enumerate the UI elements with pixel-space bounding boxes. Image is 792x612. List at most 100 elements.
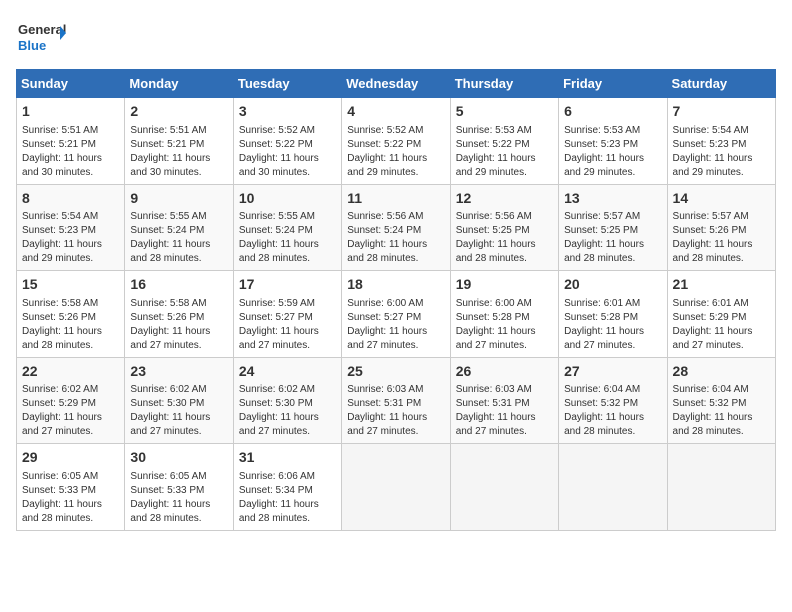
sunset-label: Sunset: 5:24 PM (130, 225, 204, 236)
day-info: Sunrise: 5:54 AMSunset: 5:23 PMDaylight:… (22, 210, 119, 266)
day-number: 27 (564, 362, 661, 382)
sunrise-label: Sunrise: 6:02 AM (239, 384, 315, 395)
daylight-label: Daylight: 11 hours (130, 153, 210, 164)
logo-svg: General Blue (16, 16, 66, 61)
column-header-tuesday: Tuesday (233, 70, 341, 98)
daylight-label: Daylight: 11 hours (456, 153, 536, 164)
sunrise-label: Sunrise: 6:06 AM (239, 471, 315, 482)
week-row-0: 1Sunrise: 5:51 AMSunset: 5:21 PMDaylight… (17, 98, 776, 185)
day-cell: 30Sunrise: 6:05 AMSunset: 5:33 PMDayligh… (125, 444, 233, 531)
daylight-detail: and 28 minutes. (22, 340, 93, 351)
sunrise-label: Sunrise: 5:51 AM (130, 125, 206, 136)
day-number: 25 (347, 362, 444, 382)
day-cell: 27Sunrise: 6:04 AMSunset: 5:32 PMDayligh… (559, 357, 667, 444)
daylight-detail: and 27 minutes. (130, 340, 201, 351)
column-header-wednesday: Wednesday (342, 70, 450, 98)
daylight-label: Daylight: 11 hours (564, 153, 644, 164)
sunset-label: Sunset: 5:29 PM (22, 398, 96, 409)
day-cell: 12Sunrise: 5:56 AMSunset: 5:25 PMDayligh… (450, 184, 558, 271)
sunrise-label: Sunrise: 5:53 AM (456, 125, 532, 136)
daylight-detail: and 27 minutes. (347, 426, 418, 437)
column-header-monday: Monday (125, 70, 233, 98)
daylight-label: Daylight: 11 hours (239, 153, 319, 164)
week-row-4: 29Sunrise: 6:05 AMSunset: 5:33 PMDayligh… (17, 444, 776, 531)
daylight-detail: and 27 minutes. (22, 426, 93, 437)
day-cell: 14Sunrise: 5:57 AMSunset: 5:26 PMDayligh… (667, 184, 775, 271)
sunset-label: Sunset: 5:32 PM (564, 398, 638, 409)
day-info: Sunrise: 6:02 AMSunset: 5:30 PMDaylight:… (239, 383, 336, 439)
header: General Blue (16, 16, 776, 61)
column-header-thursday: Thursday (450, 70, 558, 98)
day-number: 3 (239, 102, 336, 122)
day-cell: 18Sunrise: 6:00 AMSunset: 5:27 PMDayligh… (342, 271, 450, 358)
sunset-label: Sunset: 5:34 PM (239, 485, 313, 496)
sunset-label: Sunset: 5:28 PM (564, 312, 638, 323)
day-info: Sunrise: 6:06 AMSunset: 5:34 PMDaylight:… (239, 470, 336, 526)
day-number: 31 (239, 448, 336, 468)
daylight-detail: and 28 minutes. (673, 426, 744, 437)
daylight-detail: and 28 minutes. (564, 253, 635, 264)
day-info: Sunrise: 6:03 AMSunset: 5:31 PMDaylight:… (347, 383, 444, 439)
day-cell: 10Sunrise: 5:55 AMSunset: 5:24 PMDayligh… (233, 184, 341, 271)
sunrise-label: Sunrise: 6:05 AM (22, 471, 98, 482)
daylight-label: Daylight: 11 hours (673, 412, 753, 423)
daylight-label: Daylight: 11 hours (22, 153, 102, 164)
daylight-label: Daylight: 11 hours (456, 326, 536, 337)
day-number: 2 (130, 102, 227, 122)
day-cell (559, 444, 667, 531)
sunset-label: Sunset: 5:24 PM (239, 225, 313, 236)
day-cell: 13Sunrise: 5:57 AMSunset: 5:25 PMDayligh… (559, 184, 667, 271)
day-info: Sunrise: 6:02 AMSunset: 5:29 PMDaylight:… (22, 383, 119, 439)
day-number: 5 (456, 102, 553, 122)
sunrise-label: Sunrise: 6:03 AM (347, 384, 423, 395)
sunset-label: Sunset: 5:23 PM (673, 139, 747, 150)
day-cell: 28Sunrise: 6:04 AMSunset: 5:32 PMDayligh… (667, 357, 775, 444)
daylight-detail: and 27 minutes. (130, 426, 201, 437)
sunrise-label: Sunrise: 5:54 AM (22, 211, 98, 222)
day-number: 19 (456, 275, 553, 295)
day-info: Sunrise: 6:01 AMSunset: 5:28 PMDaylight:… (564, 297, 661, 353)
daylight-label: Daylight: 11 hours (456, 412, 536, 423)
sunrise-label: Sunrise: 5:53 AM (564, 125, 640, 136)
sunset-label: Sunset: 5:27 PM (347, 312, 421, 323)
day-number: 9 (130, 189, 227, 209)
day-info: Sunrise: 6:00 AMSunset: 5:28 PMDaylight:… (456, 297, 553, 353)
daylight-detail: and 28 minutes. (673, 253, 744, 264)
daylight-detail: and 27 minutes. (456, 340, 527, 351)
day-number: 18 (347, 275, 444, 295)
sunset-label: Sunset: 5:30 PM (239, 398, 313, 409)
day-info: Sunrise: 6:04 AMSunset: 5:32 PMDaylight:… (564, 383, 661, 439)
day-cell: 4Sunrise: 5:52 AMSunset: 5:22 PMDaylight… (342, 98, 450, 185)
daylight-label: Daylight: 11 hours (673, 239, 753, 250)
sunset-label: Sunset: 5:24 PM (347, 225, 421, 236)
daylight-label: Daylight: 11 hours (22, 326, 102, 337)
day-number: 21 (673, 275, 770, 295)
day-cell: 16Sunrise: 5:58 AMSunset: 5:26 PMDayligh… (125, 271, 233, 358)
daylight-label: Daylight: 11 hours (673, 326, 753, 337)
svg-text:General: General (18, 22, 66, 37)
sunset-label: Sunset: 5:22 PM (347, 139, 421, 150)
daylight-detail: and 30 minutes. (239, 167, 310, 178)
calendar-table: SundayMondayTuesdayWednesdayThursdayFrid… (16, 69, 776, 531)
day-info: Sunrise: 6:00 AMSunset: 5:27 PMDaylight:… (347, 297, 444, 353)
day-number: 17 (239, 275, 336, 295)
sunrise-label: Sunrise: 6:00 AM (456, 298, 532, 309)
daylight-detail: and 30 minutes. (130, 167, 201, 178)
day-info: Sunrise: 6:05 AMSunset: 5:33 PMDaylight:… (22, 470, 119, 526)
day-info: Sunrise: 5:51 AMSunset: 5:21 PMDaylight:… (130, 124, 227, 180)
day-cell: 22Sunrise: 6:02 AMSunset: 5:29 PMDayligh… (17, 357, 125, 444)
sunrise-label: Sunrise: 6:01 AM (564, 298, 640, 309)
sunrise-label: Sunrise: 5:52 AM (239, 125, 315, 136)
sunset-label: Sunset: 5:33 PM (130, 485, 204, 496)
daylight-detail: and 28 minutes. (239, 513, 310, 524)
day-info: Sunrise: 5:55 AMSunset: 5:24 PMDaylight:… (130, 210, 227, 266)
day-cell: 8Sunrise: 5:54 AMSunset: 5:23 PMDaylight… (17, 184, 125, 271)
daylight-detail: and 27 minutes. (239, 340, 310, 351)
day-number: 29 (22, 448, 119, 468)
daylight-label: Daylight: 11 hours (130, 239, 210, 250)
day-number: 15 (22, 275, 119, 295)
column-header-sunday: Sunday (17, 70, 125, 98)
daylight-detail: and 27 minutes. (239, 426, 310, 437)
sunrise-label: Sunrise: 5:54 AM (673, 125, 749, 136)
day-cell: 3Sunrise: 5:52 AMSunset: 5:22 PMDaylight… (233, 98, 341, 185)
